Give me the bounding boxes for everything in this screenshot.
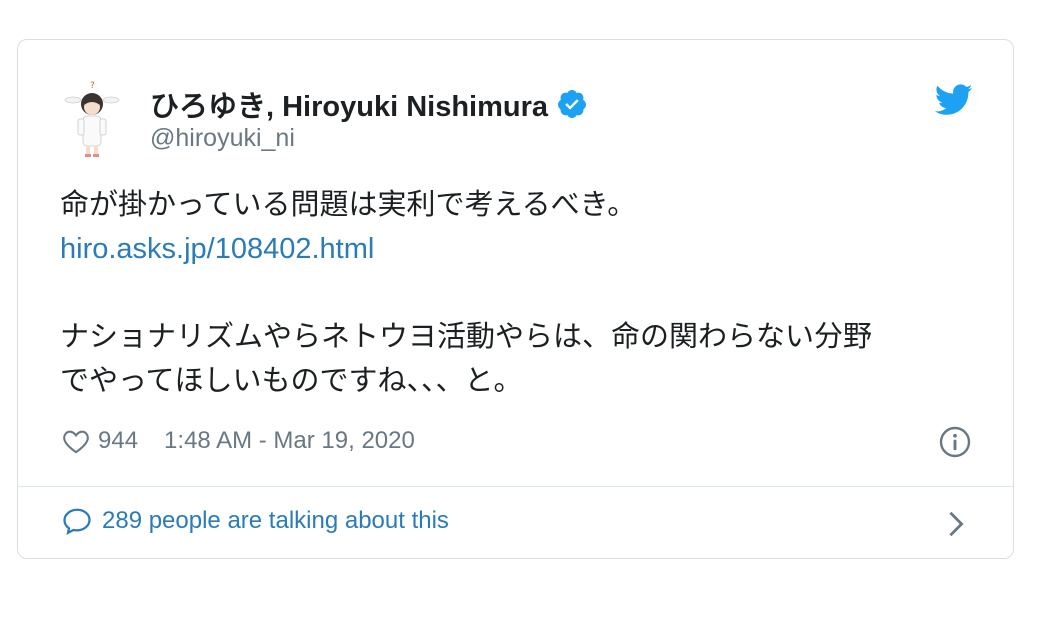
display-name-text[interactable]: ひろゆき, Hiroyuki Nishimura xyxy=(150,83,548,125)
user-handle[interactable]: @hiroyuki_ni xyxy=(150,124,295,153)
comment-bubble-icon xyxy=(63,508,91,535)
svg-text:?: ? xyxy=(90,81,95,91)
tweet-body: 命が掛かっている問題は実利で考えるべき。 hiro.asks.jp/108402… xyxy=(60,183,980,403)
tweet-text-line: ナショナリズムやらネトウヨ活動やらは、命の関わらない分野 xyxy=(60,321,873,353)
tweet-link[interactable]: hiro.asks.jp/108402.html xyxy=(60,233,374,265)
heart-icon[interactable] xyxy=(62,428,90,454)
card-divider xyxy=(18,486,1013,487)
tweet-text-line: 命が掛かっている問題は実利で考えるべき。 xyxy=(60,189,637,221)
tweet-meta: 944 1:48 AM - Mar 19, 2020 xyxy=(62,427,415,455)
tweet-text-line: でやってほしいものですね、、、と。 xyxy=(60,365,523,397)
conversation-text[interactable]: 289 people are talking about this xyxy=(102,507,449,535)
info-icon[interactable] xyxy=(939,426,971,458)
verified-badge-icon xyxy=(558,90,587,118)
display-name[interactable]: ひろゆき, Hiroyuki Nishimura xyxy=(150,83,588,125)
twitter-bird-icon[interactable] xyxy=(935,84,973,116)
tweet-card: ? ひろゆき, Hiroyuki Nishimura @hiroyuki_ni … xyxy=(17,39,1014,559)
tweet-timestamp[interactable]: 1:48 AM - Mar 19, 2020 xyxy=(164,427,415,455)
avatar[interactable]: ? xyxy=(64,79,120,159)
chevron-right-icon[interactable] xyxy=(947,510,965,538)
like-count[interactable]: 944 xyxy=(98,427,138,455)
conversation-link[interactable]: 289 people are talking about this xyxy=(62,507,449,535)
